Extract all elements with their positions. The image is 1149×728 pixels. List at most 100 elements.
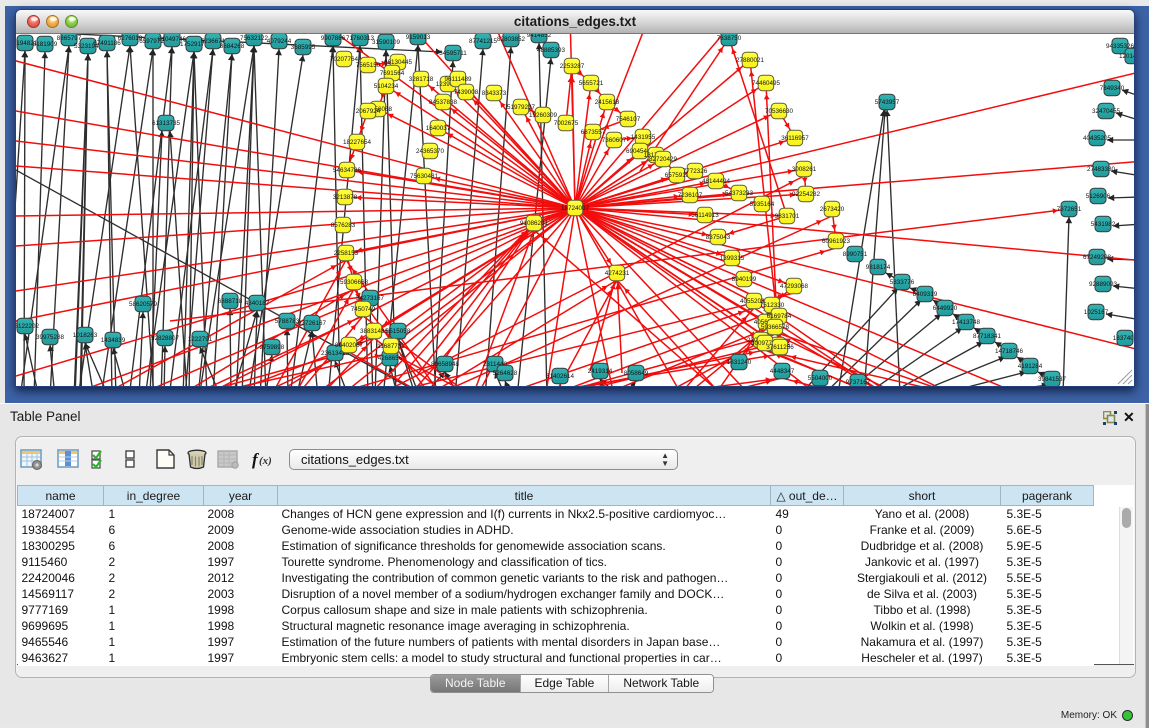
svg-text:7338750: 7338750 (717, 35, 742, 42)
svg-text:24365370: 24365370 (416, 148, 445, 155)
svg-text:58620579: 58620579 (129, 301, 158, 308)
svg-text:7360607: 7360607 (602, 137, 627, 144)
svg-text:1222791: 1222791 (188, 336, 213, 343)
svg-text:36116957: 36116957 (781, 135, 809, 142)
svg-text:9414852: 9414852 (527, 34, 552, 39)
svg-text:34595711: 34595711 (439, 50, 467, 57)
svg-text:7849340: 7849340 (1100, 85, 1125, 92)
svg-text:1431955: 1431955 (631, 134, 656, 141)
svg-text:87718341: 87718341 (973, 333, 1002, 340)
svg-text:60961923: 60961923 (822, 238, 851, 245)
svg-text:14718746: 14718746 (995, 348, 1024, 355)
svg-text:5788783: 5788783 (275, 318, 300, 325)
svg-text:96111489: 96111489 (444, 76, 472, 83)
svg-text:1640037: 1640037 (426, 125, 451, 132)
svg-text:93726167: 93726167 (298, 320, 327, 327)
svg-text:1837407: 1837407 (1113, 335, 1134, 342)
svg-text:40435205: 40435205 (1083, 135, 1112, 142)
svg-text:92889093: 92889093 (1089, 281, 1118, 288)
svg-text:19260309: 19260309 (529, 112, 558, 119)
svg-text:75630481: 75630481 (410, 173, 439, 180)
svg-text:1831240: 1831240 (727, 359, 752, 366)
svg-text:32470455: 32470455 (1092, 108, 1121, 115)
svg-text:4448347: 4448347 (770, 368, 795, 375)
svg-text:39841537: 39841537 (1038, 376, 1067, 383)
svg-text:87741215: 87741215 (469, 38, 498, 45)
svg-text:86402067: 86402067 (335, 342, 364, 349)
svg-text:7691564: 7691564 (380, 70, 405, 77)
svg-text:3281718: 3281718 (409, 76, 434, 83)
svg-text:9907866: 9907866 (321, 35, 346, 42)
svg-text:7565150: 7565150 (356, 62, 381, 69)
svg-text:6449920: 6449920 (933, 305, 958, 312)
svg-text:6873557: 6873557 (581, 129, 606, 136)
svg-text:1399315: 1399315 (720, 255, 745, 262)
svg-text:80658948: 80658948 (431, 361, 460, 368)
svg-text:4079244: 4079244 (267, 38, 292, 45)
svg-text:5743957: 5743957 (875, 99, 900, 106)
svg-text:74460495: 74460495 (752, 80, 781, 87)
svg-text:3213878: 3213878 (333, 194, 358, 201)
svg-text:8409319: 8409319 (913, 291, 938, 298)
svg-text:82803852: 82803852 (497, 36, 526, 43)
svg-text:54373233: 54373233 (725, 190, 754, 197)
svg-text:17413748: 17413748 (952, 319, 981, 326)
svg-text:5504000: 5504000 (808, 375, 833, 382)
svg-text:7546107: 7546107 (616, 116, 641, 123)
svg-text:92254282: 92254282 (792, 191, 821, 198)
svg-text:61313735: 61313735 (152, 120, 181, 127)
svg-text:5104234: 5104234 (374, 83, 399, 90)
svg-text:86122202: 86122202 (16, 323, 39, 330)
svg-text:39975288: 39975288 (36, 334, 65, 341)
svg-text:71760313: 71760313 (346, 35, 375, 42)
svg-text:2067924: 2067924 (356, 108, 381, 115)
svg-text:8058649: 8058649 (624, 370, 649, 377)
svg-text:4191284: 4191284 (1018, 363, 1043, 370)
svg-text:1025167: 1025167 (1084, 309, 1109, 316)
svg-text:6515058: 6515058 (386, 328, 411, 335)
svg-text:8684268: 8684268 (220, 43, 245, 50)
svg-text:84537838: 84537838 (429, 99, 458, 106)
svg-text:6888718: 6888718 (218, 298, 243, 305)
svg-text:67249208: 67249208 (1083, 254, 1112, 261)
svg-text:27880021: 27880021 (736, 57, 765, 64)
svg-text:59306668: 59306668 (340, 279, 369, 286)
svg-text:8343373: 8343373 (482, 90, 507, 97)
svg-text:(x): (x) (259, 455, 272, 467)
svg-text:2419314: 2419314 (588, 368, 613, 375)
svg-text:75632122: 75632122 (240, 35, 269, 42)
svg-text:1018263: 1018263 (73, 332, 98, 339)
svg-text:31590109: 31590109 (372, 39, 401, 46)
svg-text:8375043: 8375043 (706, 234, 731, 241)
svg-text:38831436: 38831436 (360, 328, 389, 335)
svg-text:4274231: 4274231 (605, 270, 630, 277)
svg-text:18227654: 18227654 (343, 139, 372, 146)
svg-text:27483380: 27483380 (1087, 166, 1116, 173)
svg-text:51979237: 51979237 (507, 104, 536, 111)
svg-text:6181909: 6181909 (33, 41, 58, 48)
svg-text:9737167: 9737167 (846, 379, 871, 386)
svg-text:91086201: 91086201 (520, 220, 549, 227)
svg-text:7002675: 7002675 (554, 120, 579, 127)
svg-text:7439008: 7439008 (454, 89, 479, 96)
svg-text:5431982: 5431982 (1091, 221, 1116, 228)
svg-text:70207764: 70207764 (330, 56, 359, 63)
svg-text:9831701: 9831701 (775, 213, 800, 220)
svg-text:59366578: 59366578 (761, 324, 790, 331)
svg-text:8990751: 8990751 (843, 251, 868, 258)
svg-text:5126906: 5126906 (1086, 193, 1111, 200)
svg-text:4340187: 4340187 (245, 300, 270, 307)
svg-text:37611256: 37611256 (766, 344, 794, 351)
svg-text:2253287: 2253287 (560, 63, 585, 70)
svg-text:82720429: 82720429 (649, 156, 678, 163)
svg-text:1434839: 1434839 (101, 337, 126, 344)
svg-text:61402614: 61402614 (546, 373, 575, 380)
svg-text:18724007: 18724007 (561, 205, 590, 212)
svg-text:48885393: 48885393 (537, 47, 566, 54)
svg-text:5264628: 5264628 (493, 370, 518, 377)
svg-text:48144494: 48144494 (702, 178, 731, 185)
svg-text:7236107: 7236107 (678, 192, 703, 199)
svg-text:2258153: 2258153 (334, 250, 359, 257)
svg-text:8940199: 8940199 (732, 276, 757, 283)
svg-text:54634786: 54634786 (333, 167, 362, 174)
